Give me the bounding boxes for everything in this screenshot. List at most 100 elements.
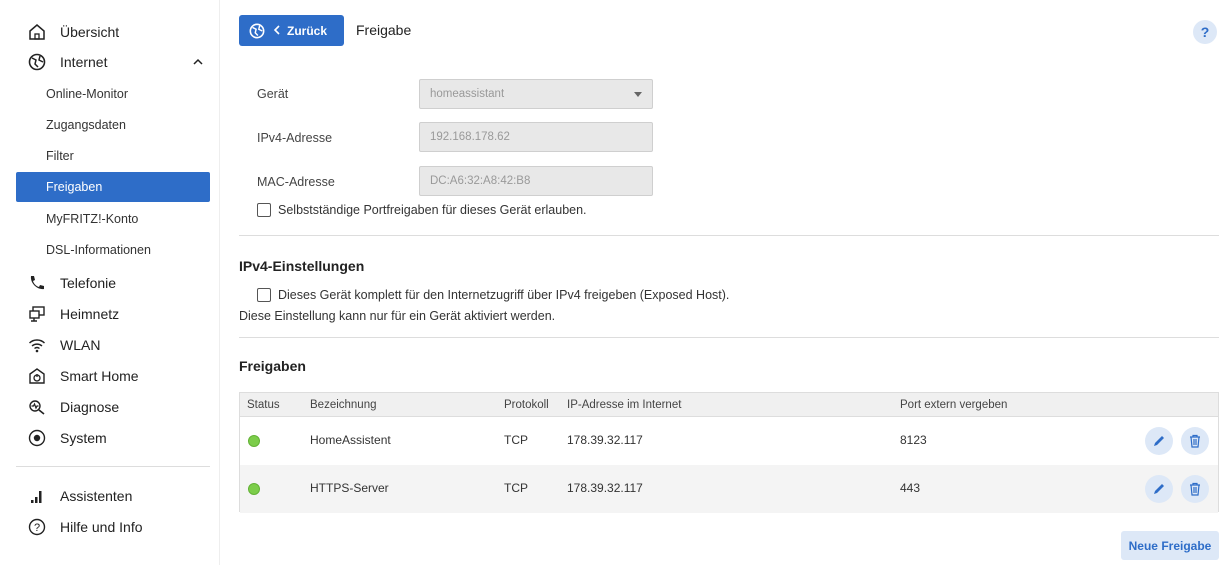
- help-circle-icon: ?: [26, 516, 48, 538]
- device-label: Gerät: [257, 87, 289, 101]
- sidebar-divider: [16, 466, 210, 467]
- share-name: HomeAssistent: [310, 433, 391, 447]
- mac-label: MAC-Adresse: [257, 175, 335, 189]
- shares-table: Status Bezeichnung Protokoll IP-Adresse …: [239, 392, 1219, 513]
- delete-button[interactable]: [1181, 475, 1209, 503]
- column-header-port: Port extern vergeben: [900, 399, 1008, 411]
- device-select-value: homeassistant: [430, 88, 505, 100]
- column-header-ip: IP-Adresse im Internet: [567, 399, 682, 411]
- ipv4-settings-title: IPv4-Einstellungen: [239, 258, 365, 274]
- shares-title: Freigaben: [239, 358, 306, 374]
- share-port: 443: [900, 481, 921, 495]
- divider: [239, 337, 1219, 338]
- exposed-host-row: Dieses Gerät komplett für den Internetzu…: [257, 288, 729, 302]
- sidebar-subitem-label: Freigaben: [46, 180, 103, 194]
- sidebar-item-system[interactable]: System: [16, 423, 210, 453]
- sidebar-item-hilfe-und-info[interactable]: ? Hilfe und Info: [16, 512, 210, 542]
- chevron-down-icon: [634, 92, 642, 97]
- sidebar-subitem-label: Online-Monitor: [46, 87, 128, 101]
- diagnose-icon: [26, 396, 48, 418]
- sidebar-item-label: Übersicht: [60, 24, 120, 40]
- divider: [239, 235, 1219, 236]
- system-icon: [26, 427, 48, 449]
- sidebar-item-label: Smart Home: [60, 368, 139, 384]
- sidebar-item-label: Hilfe und Info: [60, 519, 143, 535]
- sidebar-subitem-label: Zugangsdaten: [46, 118, 126, 132]
- self-portforward-checkbox[interactable]: [257, 203, 271, 217]
- globe-icon: [26, 51, 48, 73]
- pencil-icon: [1154, 484, 1164, 494]
- sidebar-item-label: Diagnose: [60, 399, 120, 415]
- self-portforward-row: Selbstständige Portfreigaben für dieses …: [257, 203, 587, 217]
- column-header-status: Status: [247, 399, 280, 411]
- page-title: Freigabe: [356, 22, 412, 38]
- ipv4-field[interactable]: 192.168.178.62: [419, 122, 653, 152]
- trash-icon: [1190, 434, 1200, 448]
- share-port: 8123: [900, 433, 927, 447]
- column-header-bezeichnung: Bezeichnung: [310, 399, 377, 411]
- sidebar-subitem-zugangsdaten[interactable]: Zugangsdaten: [16, 110, 210, 140]
- table-row: HomeAssistent TCP 178.39.32.117 8123: [240, 417, 1218, 465]
- sidebar-subitem-freigaben[interactable]: Freigaben: [16, 172, 210, 202]
- sidebar-item-smart-home[interactable]: Smart Home: [16, 361, 210, 391]
- share-ip: 178.39.32.117: [567, 433, 643, 447]
- table-row: HTTPS-Server TCP 178.39.32.117 443: [240, 465, 1218, 513]
- sidebar-item-telefonie[interactable]: Telefonie: [16, 268, 210, 298]
- sidebar-item-label: Telefonie: [60, 275, 117, 291]
- edit-button[interactable]: [1145, 475, 1173, 503]
- sidebar-item-label: Assistenten: [60, 488, 133, 504]
- sidebar-subitem-label: DSL-Informationen: [46, 243, 151, 257]
- device-select[interactable]: homeassistant: [419, 79, 653, 109]
- new-share-button[interactable]: Neue Freigabe: [1121, 531, 1219, 560]
- ipv4-label: IPv4-Adresse: [257, 131, 333, 145]
- sidebar-item-label: System: [60, 430, 107, 446]
- sidebar-item-label: Internet: [60, 54, 108, 70]
- sidebar-item-diagnose[interactable]: Diagnose: [16, 392, 210, 422]
- assistant-icon: [26, 485, 48, 507]
- share-protocol: TCP: [504, 481, 528, 495]
- help-button[interactable]: ?: [1193, 20, 1217, 44]
- share-name: HTTPS-Server: [310, 481, 389, 495]
- self-portforward-label: Selbstständige Portfreigaben für dieses …: [278, 203, 587, 217]
- status-online-icon: [248, 435, 260, 447]
- phone-icon: [26, 272, 48, 294]
- sidebar-item-assistenten[interactable]: Assistenten: [16, 481, 210, 511]
- sidebar-subitem-filter[interactable]: Filter: [16, 141, 210, 171]
- mac-field[interactable]: DC:A6:32:A8:42:B8: [419, 166, 653, 196]
- share-protocol: TCP: [504, 433, 528, 447]
- mac-field-value: DC:A6:32:A8:42:B8: [430, 175, 531, 187]
- chevron-up-icon: [192, 55, 204, 71]
- status-online-icon: [248, 483, 260, 495]
- sidebar-item-uebersicht[interactable]: Übersicht: [16, 17, 210, 47]
- sidebar-subitem-dsl-informationen[interactable]: DSL-Informationen: [16, 235, 210, 265]
- chevron-left-icon: [273, 23, 281, 38]
- sidebar-item-label: WLAN: [60, 337, 101, 353]
- sidebar-item-label: Heimnetz: [60, 306, 120, 322]
- globe-icon: [249, 23, 265, 39]
- exposed-host-note: Diese Einstellung kann nur für ein Gerät…: [239, 309, 556, 323]
- home-icon: [26, 21, 48, 43]
- sidebar-item-wlan[interactable]: WLAN: [16, 330, 210, 360]
- sidebar-item-heimnetz[interactable]: Heimnetz: [16, 299, 210, 329]
- trash-icon: [1190, 482, 1200, 496]
- sidebar-subitem-label: Filter: [46, 149, 74, 163]
- exposed-host-checkbox[interactable]: [257, 288, 271, 302]
- sidebar: Übersicht Internet Online-Monitor Zugang…: [0, 0, 220, 565]
- wifi-icon: [26, 334, 48, 356]
- delete-button[interactable]: [1181, 427, 1209, 455]
- ipv4-field-value: 192.168.178.62: [430, 131, 510, 143]
- exposed-host-label: Dieses Gerät komplett für den Internetzu…: [278, 288, 730, 302]
- table-header: Status Bezeichnung Protokoll IP-Adresse …: [240, 393, 1218, 417]
- share-ip: 178.39.32.117: [567, 481, 643, 495]
- back-button[interactable]: Zurück: [239, 15, 344, 46]
- edit-button[interactable]: [1145, 427, 1173, 455]
- svg-text:?: ?: [34, 522, 40, 534]
- sidebar-subitem-online-monitor[interactable]: Online-Monitor: [16, 79, 210, 109]
- network-icon: [26, 303, 48, 325]
- sidebar-subitem-myfritz-konto[interactable]: MyFRITZ!-Konto: [16, 204, 210, 234]
- sidebar-subitem-label: MyFRITZ!-Konto: [46, 212, 139, 226]
- sidebar-item-internet[interactable]: Internet: [16, 47, 210, 77]
- back-button-label: Zurück: [287, 23, 328, 38]
- pencil-icon: [1154, 436, 1164, 446]
- column-header-protokoll: Protokoll: [504, 399, 549, 411]
